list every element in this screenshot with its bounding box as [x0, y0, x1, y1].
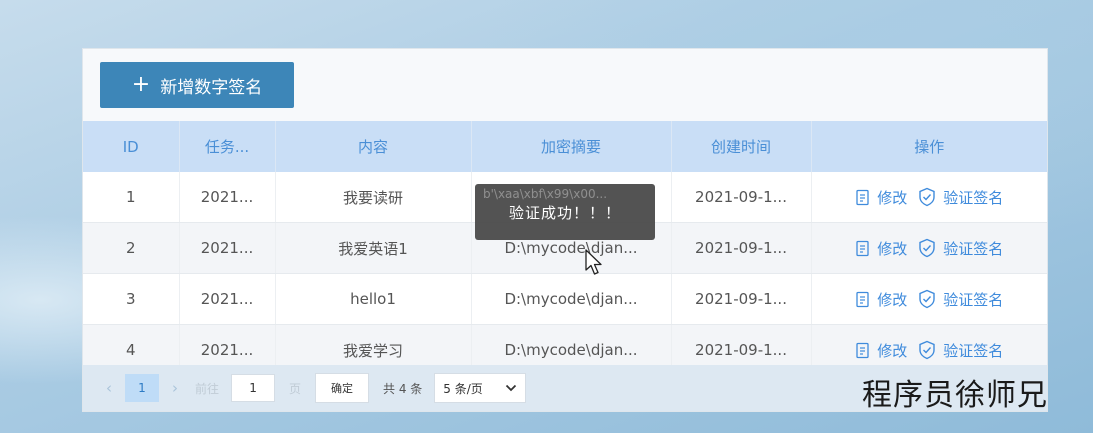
goto-page-input[interactable] [231, 374, 276, 402]
cell-content: 我要读研 [275, 172, 472, 223]
cell-content: 我爱英语1 [275, 222, 472, 274]
add-button-label: 新增数字签名 [160, 77, 263, 98]
total-count: 共 4 条 [383, 381, 423, 396]
edit-icon [856, 342, 869, 358]
shield-check-icon [919, 289, 935, 309]
cell-task: 2021... [179, 172, 276, 223]
verify-signature-label: 验证签名 [943, 290, 1004, 309]
cell-created: 2021-09-1... [671, 273, 812, 325]
cell-actions: 修改 验证签名 [811, 273, 1047, 325]
cell-actions: 修改 验证签名 [811, 222, 1047, 274]
edit-button[interactable]: 修改 [855, 289, 907, 310]
verify-signature-label: 验证签名 [943, 341, 1004, 360]
column-header-task[interactable]: 任务... [179, 121, 276, 172]
cell-digest: D:\mycode\djan... [471, 273, 672, 325]
verify-signature-button[interactable]: 验证签名 [917, 238, 1003, 259]
verify-signature-label: 验证签名 [943, 188, 1004, 207]
cell-id: 1 [83, 172, 180, 223]
page-unit-label: 页 [289, 381, 302, 396]
edit-button[interactable]: 修改 [855, 187, 907, 208]
prev-page-icon[interactable]: ‹ [99, 379, 119, 397]
page-number-current[interactable]: 1 [125, 374, 159, 402]
column-header-created[interactable]: 创建时间 [671, 121, 812, 172]
success-toast: b'\xaa\xbf\x99\x00... 验证成功！！！ [475, 184, 655, 240]
goto-label: 前往 [195, 381, 220, 396]
toast-underlying-digest-text: b'\xaa\xbf\x99\x00... [483, 187, 608, 201]
edit-label: 修改 [877, 188, 908, 207]
cell-actions: 修改 验证签名 [811, 172, 1047, 223]
column-header-content[interactable]: 内容 [275, 121, 472, 172]
edit-label: 修改 [877, 341, 908, 360]
shield-check-icon [919, 238, 935, 258]
verify-signature-label: 验证签名 [943, 239, 1004, 258]
cell-created: 2021-09-1... [671, 172, 812, 223]
edit-button[interactable]: 修改 [855, 238, 907, 259]
edit-label: 修改 [877, 239, 908, 258]
edit-icon [856, 189, 869, 205]
table-row: 3 2021... hello1 D:\mycode\djan... 2021-… [83, 273, 1047, 325]
add-digital-signature-button[interactable]: + 新增数字签名 [100, 62, 294, 108]
chevron-down-icon [506, 384, 517, 392]
page-size-value: 5 条/页 [443, 381, 483, 396]
column-header-id[interactable]: ID [83, 121, 180, 172]
cell-task: 2021... [179, 273, 276, 325]
mouse-cursor-icon [585, 249, 602, 275]
edit-icon [856, 291, 869, 307]
column-header-digest[interactable]: 加密摘要 [471, 121, 672, 172]
signature-table: ID 任务... 内容 加密摘要 创建时间 操作 1 2021... 我要读研 … [83, 121, 1047, 376]
cell-created: 2021-09-1... [671, 222, 812, 274]
cell-task: 2021... [179, 222, 276, 274]
next-page-icon[interactable]: › [165, 379, 185, 397]
verify-signature-button[interactable]: 验证签名 [917, 340, 1003, 361]
cell-content: hello1 [275, 273, 472, 325]
confirm-button[interactable]: 确定 [315, 373, 370, 403]
edit-button[interactable]: 修改 [855, 340, 907, 361]
verify-signature-button[interactable]: 验证签名 [917, 187, 1003, 208]
edit-label: 修改 [877, 290, 908, 309]
verify-signature-button[interactable]: 验证签名 [917, 289, 1003, 310]
column-header-actions: 操作 [811, 121, 1047, 172]
cell-id: 2 [83, 222, 180, 274]
toast-message: 验证成功！！！ [508, 204, 621, 222]
edit-icon [856, 240, 869, 256]
table-header-row: ID 任务... 内容 加密摘要 创建时间 操作 [83, 121, 1047, 172]
watermark-text: 程序员徐师兄 [862, 378, 1048, 413]
shield-check-icon [919, 340, 935, 360]
plus-icon: + [131, 72, 151, 97]
shield-check-icon [919, 187, 935, 207]
page-size-select[interactable]: 5 条/页 [434, 373, 527, 403]
cell-id: 3 [83, 273, 180, 325]
